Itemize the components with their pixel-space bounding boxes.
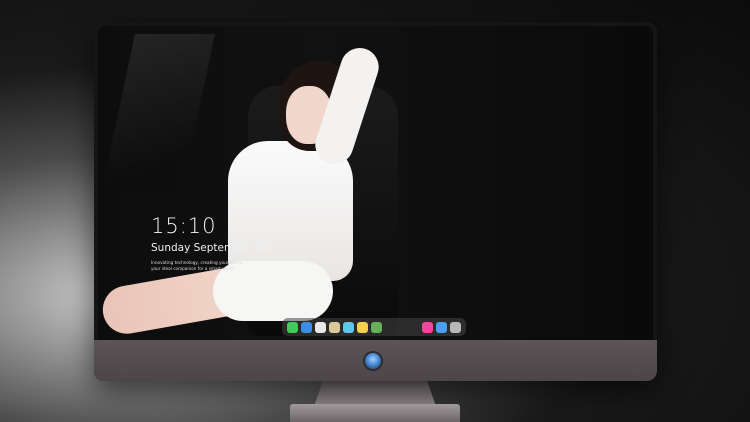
tagline-line-1: Innovating technology, creating your fut… [151, 260, 243, 265]
preview-icon[interactable] [329, 321, 340, 333]
finder-icon[interactable] [301, 321, 312, 333]
maps-icon[interactable] [436, 321, 447, 333]
monitor-stand-base [290, 404, 460, 422]
photos-icon[interactable] [371, 321, 382, 333]
tagline-line-2: your ideal companion for a smart world [151, 265, 234, 271]
monitor: 15:10 Sunday September 15 Innovating tec… [94, 22, 657, 381]
messages-icon[interactable] [287, 321, 298, 333]
assistant-logo-icon [365, 353, 381, 369]
lock-date: Sunday September 15 [151, 242, 269, 254]
music-icon[interactable] [422, 321, 433, 333]
wallpaper-shadow [100, 34, 216, 194]
screen: 15:10 Sunday September 15 Innovating tec… [98, 26, 653, 340]
clapper-icon[interactable] [343, 321, 354, 333]
lock-clock: 15:10 [151, 214, 217, 238]
monitor-chin [94, 340, 657, 381]
notes-icon[interactable] [357, 321, 368, 333]
safari-icon[interactable] [315, 321, 326, 333]
wallpaper [98, 26, 653, 340]
camera-icon[interactable] [450, 321, 461, 333]
lock-tagline: Innovating technology, creating your fut… [151, 260, 242, 271]
dock [282, 318, 466, 336]
